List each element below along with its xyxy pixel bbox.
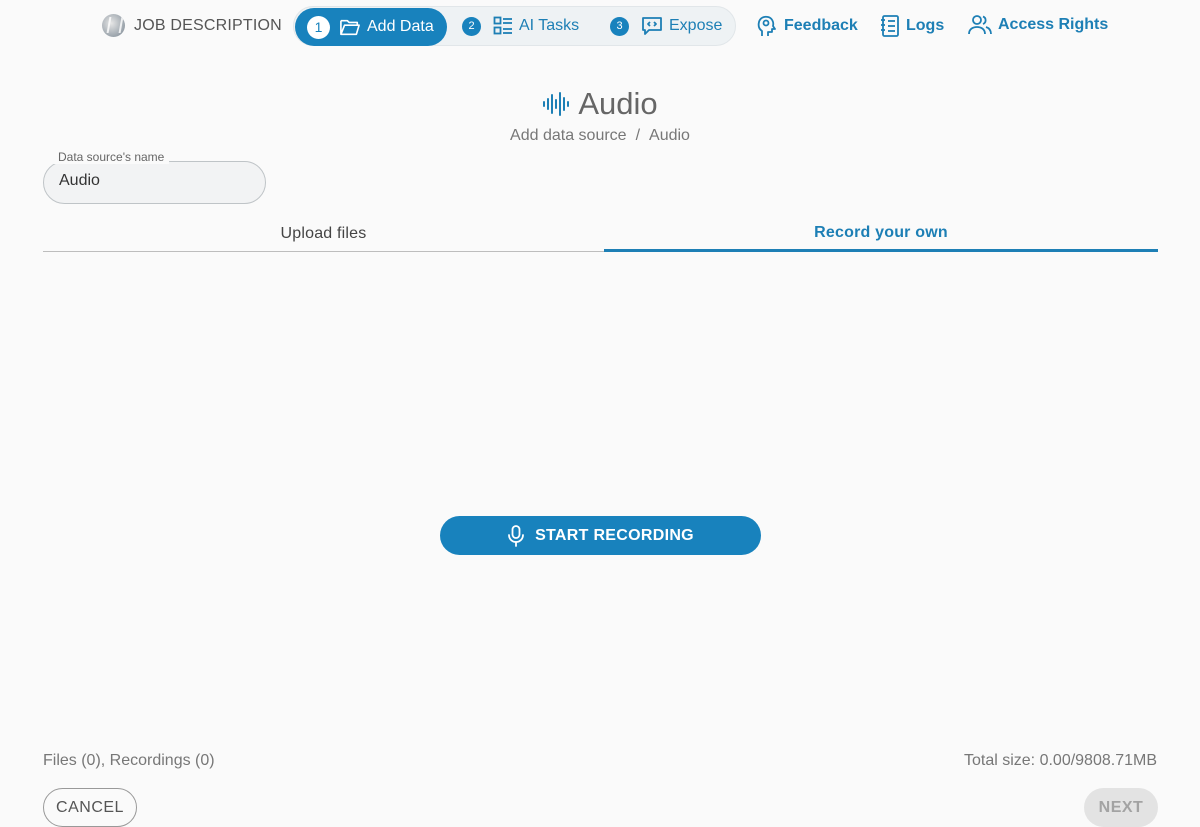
folder-open-icon [340, 19, 360, 36]
breadcrumb-current: Audio [649, 127, 690, 144]
top-header: JOB DESCRIPTION 1 Add Data 2 AI Tasks 3 … [0, 0, 1200, 52]
page-title-text: Audio [578, 86, 658, 121]
start-recording-button[interactable]: START RECORDING [440, 516, 761, 555]
nav-logs-label: Logs [906, 17, 945, 34]
files-recordings-count: Files (0), Recordings (0) [43, 752, 215, 769]
job-title[interactable]: JOB DESCRIPTION [102, 14, 282, 37]
nav-feedback-label: Feedback [784, 17, 858, 34]
nav-feedback[interactable]: Feedback [756, 14, 858, 38]
step-number: 2 [462, 16, 481, 36]
step-label: Add Data [367, 18, 434, 35]
step-label: Expose [669, 17, 723, 34]
page-title: Audio [0, 86, 1200, 122]
microphone-icon [508, 524, 524, 547]
data-source-name-input[interactable] [59, 172, 254, 190]
list-grid-icon [493, 16, 512, 35]
start-recording-label: START RECORDING [535, 526, 694, 544]
logs-notebook-icon [881, 15, 899, 37]
step-ai-tasks[interactable]: 2 AI Tasks [462, 7, 579, 45]
feedback-head-icon [757, 15, 776, 36]
job-label: JOB DESCRIPTION [134, 16, 282, 34]
breadcrumb-parent[interactable]: Add data source [510, 127, 627, 144]
tab-upload-files[interactable]: Upload files [43, 216, 604, 252]
total-size: Total size: 0.00/9808.71MB [963, 752, 1157, 769]
workflow-stepper: 1 Add Data 2 AI Tasks 3 Expose [293, 6, 736, 46]
nav-access-rights[interactable]: Access Rights [968, 14, 1108, 36]
source-tabs: Upload files Record your own [43, 216, 1158, 252]
nav-logs[interactable]: Logs [880, 14, 944, 38]
code-chat-icon [642, 17, 662, 35]
step-number: 1 [307, 15, 330, 39]
audio-waveform-icon [543, 92, 570, 116]
job-avatar-icon [102, 14, 125, 37]
step-add-data[interactable]: 1 Add Data [295, 8, 447, 46]
data-source-name-label: Data source's name [53, 150, 170, 164]
nav-access-rights-label: Access Rights [998, 16, 1109, 33]
tab-record-your-own[interactable]: Record your own [604, 216, 1158, 252]
users-icon [968, 15, 992, 35]
step-number: 3 [610, 16, 629, 36]
step-expose[interactable]: 3 Expose [610, 7, 722, 45]
next-button[interactable]: NEXT [1084, 788, 1158, 827]
breadcrumb: Add data source / Audio [0, 127, 1200, 145]
data-source-name-field: Data source's name [43, 150, 266, 204]
breadcrumb-separator: / [635, 127, 641, 144]
cancel-button[interactable]: CANCEL [43, 788, 137, 827]
step-label: AI Tasks [519, 17, 580, 34]
